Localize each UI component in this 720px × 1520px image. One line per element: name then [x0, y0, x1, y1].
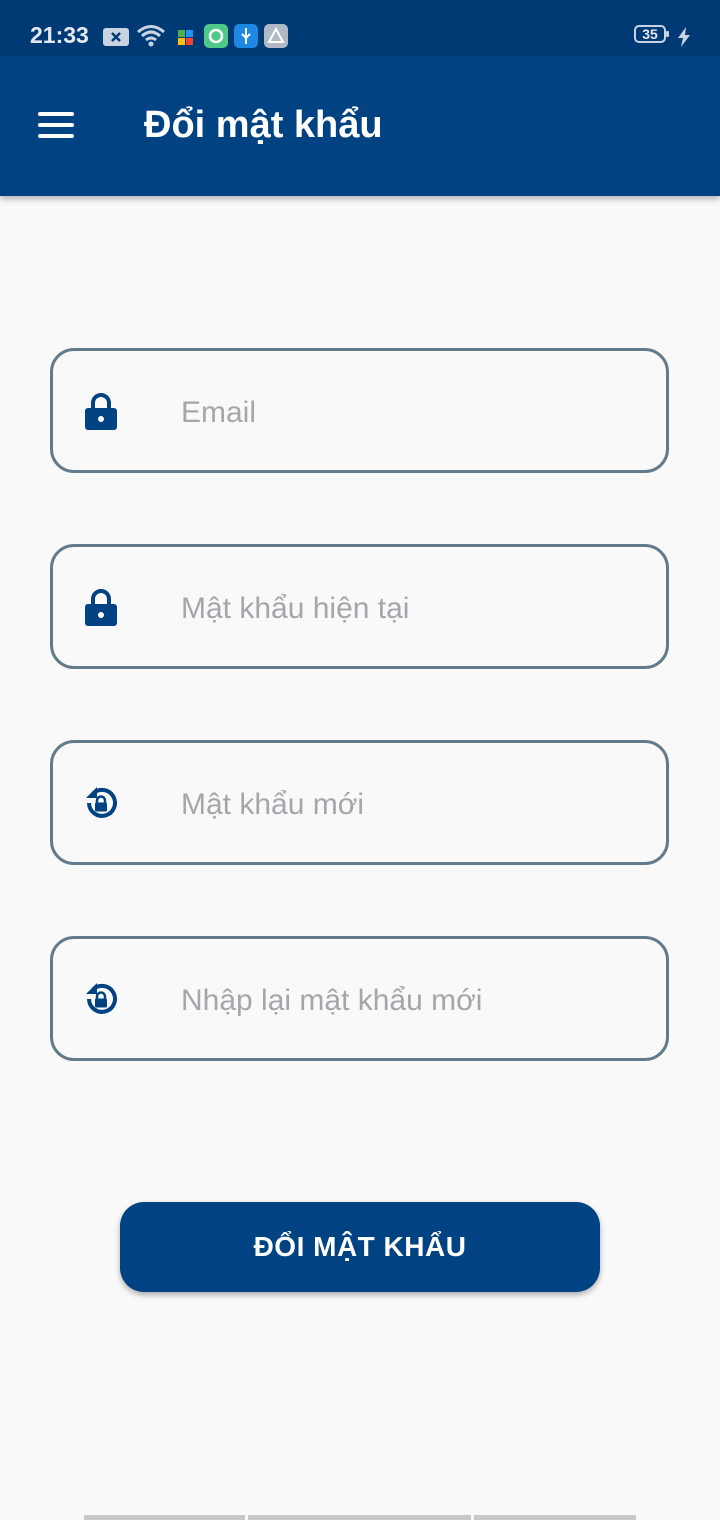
- status-time: 21:33: [30, 22, 89, 48]
- change-password-button[interactable]: ĐỔI MẬT KHẨU: [120, 1202, 600, 1292]
- lock-icon: [85, 393, 117, 430]
- drive-icon: [264, 24, 288, 48]
- current-password-field[interactable]: [50, 544, 669, 669]
- lock-reset-icon: [86, 787, 117, 818]
- usb-icon: [234, 24, 258, 48]
- nav-bar-segment: [474, 1515, 636, 1520]
- play-store-icon: [178, 30, 193, 45]
- new-password-field[interactable]: [50, 740, 669, 865]
- lock-reset-icon: [86, 983, 117, 1014]
- email-field[interactable]: [50, 348, 669, 473]
- menu-icon[interactable]: [38, 112, 74, 140]
- nav-bar-segment: [84, 1515, 245, 1520]
- battery-indicator: 35: [634, 25, 669, 43]
- nav-bar-segment: [248, 1515, 471, 1520]
- confirm-password-input[interactable]: [179, 977, 643, 1025]
- app-bar: Đổi mật khẩu: [0, 56, 720, 196]
- current-password-input[interactable]: [179, 585, 643, 633]
- charging-icon: [678, 27, 690, 47]
- lock-icon: [85, 589, 117, 626]
- email-input[interactable]: [179, 389, 643, 437]
- confirm-password-field[interactable]: [50, 936, 669, 1061]
- new-password-input[interactable]: [179, 781, 643, 829]
- status-bar: 21:33 35: [0, 0, 720, 56]
- notification-icon: [103, 28, 129, 46]
- app-notification-icon: [204, 24, 228, 48]
- wifi-icon: [137, 25, 165, 47]
- page-title: Đổi mật khẩu: [144, 104, 383, 146]
